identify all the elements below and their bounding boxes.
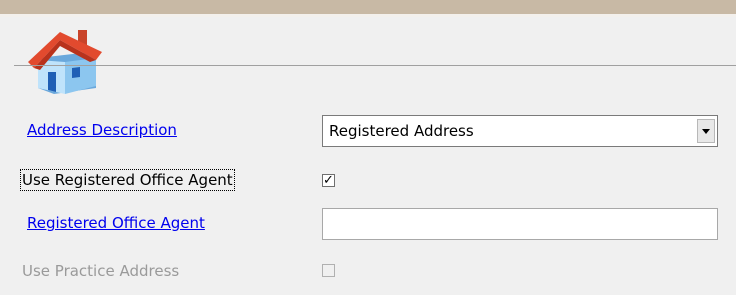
use-practice-address-checkbox bbox=[322, 264, 335, 277]
window-top-border bbox=[0, 0, 736, 14]
window-top-highlight bbox=[0, 14, 736, 17]
address-description-select[interactable]: Registered Address bbox=[322, 115, 718, 147]
registered-office-agent-link[interactable]: Registered Office Agent bbox=[27, 214, 205, 232]
address-description-link[interactable]: Address Description bbox=[27, 121, 177, 139]
use-practice-address-label: Use Practice Address bbox=[22, 262, 180, 280]
use-registered-office-agent-label[interactable]: Use Registered Office Agent bbox=[20, 169, 235, 191]
chevron-down-icon[interactable] bbox=[697, 119, 715, 143]
registered-office-agent-field[interactable] bbox=[322, 208, 718, 240]
address-description-value: Registered Address bbox=[329, 122, 474, 140]
house-icon bbox=[28, 30, 102, 94]
use-registered-office-agent-checkbox[interactable]: ✓ bbox=[322, 174, 335, 187]
header-divider bbox=[14, 65, 736, 66]
